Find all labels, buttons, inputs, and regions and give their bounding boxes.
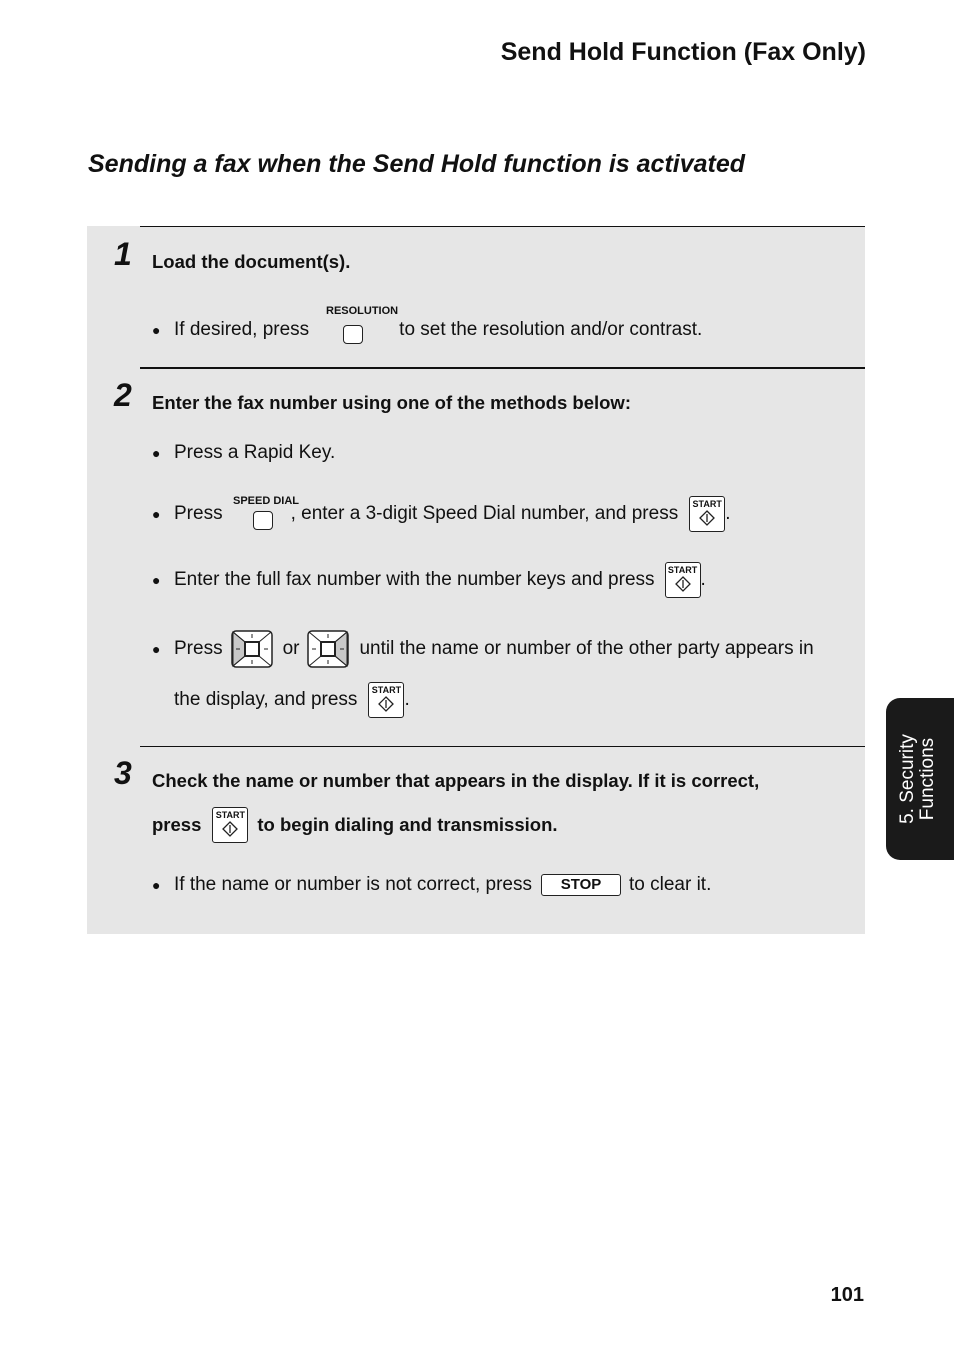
step-2-bullet-3: ● Enter the full fax number with the num… — [152, 562, 706, 598]
bullet-icon: ● — [152, 506, 161, 522]
speed-dial-key[interactable] — [252, 510, 273, 530]
bullet-icon: ● — [152, 321, 161, 338]
step-1-bullet-1: ● If desired, press to set the resolutio… — [152, 315, 702, 344]
section-title: Send Hold Function (Fax Only) — [500, 38, 866, 66]
start-key[interactable]: START — [689, 496, 726, 532]
step-3-bullet-1: ● If the name or number is not correct, … — [152, 874, 712, 896]
step-2-bullet-4: ● Press or until the name or number of t… — [152, 630, 814, 668]
bullet-icon: ● — [152, 877, 161, 893]
step-number-2: 2 — [114, 377, 132, 413]
right-arrow-key-icon[interactable] — [307, 630, 350, 668]
step-2-bullet-4-continued: the display, and press START . — [174, 682, 410, 718]
step-2-bullet-1: ● Press a Rapid Key. — [152, 442, 336, 463]
step-1-heading: Load the document(s). — [152, 251, 351, 272]
step-2-bullet-2: ● Press , enter a 3-digit Speed Dial num… — [152, 496, 730, 532]
divider — [140, 367, 865, 369]
step-number-1: 1 — [114, 236, 132, 272]
divider — [140, 226, 865, 227]
stop-key[interactable]: STOP — [541, 874, 621, 896]
chapter-tab[interactable]: 5. Security Functions — [886, 698, 954, 860]
page-subtitle: Sending a fax when the Send Hold functio… — [88, 150, 746, 178]
bullet-icon: ● — [152, 572, 161, 588]
bullet-icon: ● — [152, 445, 161, 461]
step-3-heading: Check the name or number that appears in… — [152, 770, 760, 791]
start-diamond-icon — [222, 821, 239, 837]
resolution-key[interactable] — [343, 325, 364, 344]
step-number-3: 3 — [114, 755, 132, 791]
page-number: 101 — [830, 1284, 864, 1306]
start-diamond-icon — [378, 696, 395, 712]
start-key[interactable]: START — [212, 807, 249, 843]
left-arrow-key-icon[interactable] — [230, 630, 273, 668]
start-diamond-icon — [674, 576, 691, 592]
divider — [140, 746, 865, 747]
start-key[interactable]: START — [368, 682, 405, 718]
start-key[interactable]: START — [664, 562, 701, 598]
chapter-tab-label: 5. Security Functions — [897, 734, 938, 824]
start-diamond-icon — [699, 510, 716, 526]
step-2-heading: Enter the fax number using one of the me… — [152, 392, 631, 413]
bullet-icon: ● — [152, 641, 161, 657]
step-3-heading-line-2: press START to begin dialing and transmi… — [152, 807, 558, 843]
